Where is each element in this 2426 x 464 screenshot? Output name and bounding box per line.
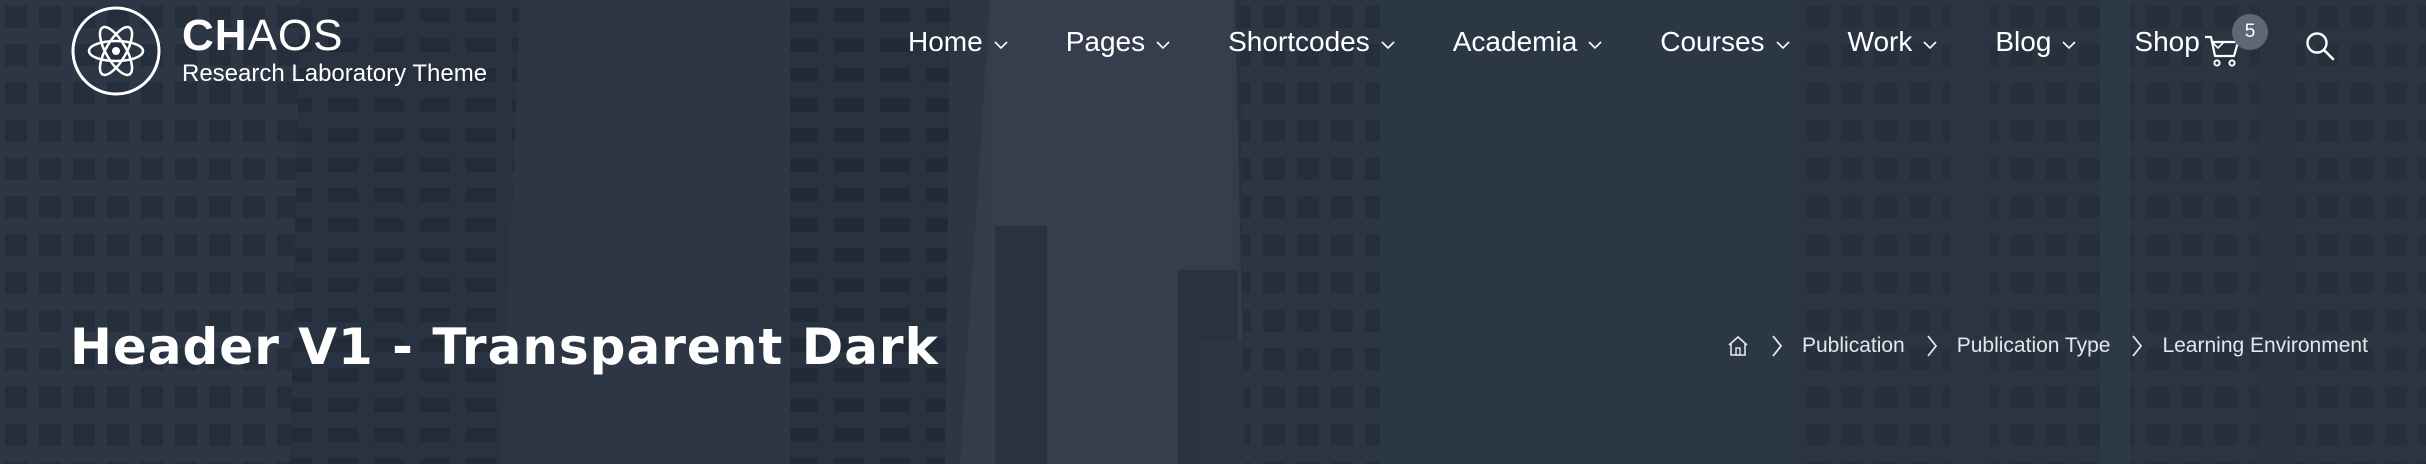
atom-logo-icon <box>71 6 161 96</box>
brand-tagline: Research Laboratory Theme <box>182 60 488 87</box>
chevron-right-icon <box>1927 335 1937 357</box>
nav-label: Shortcodes <box>1228 26 1370 57</box>
nav-item-academia[interactable]: Academia <box>1453 26 1605 58</box>
search-icon[interactable] <box>2304 30 2336 62</box>
nav-label: Courses <box>1660 26 1765 57</box>
nav-item-work[interactable]: Work <box>1848 26 1940 58</box>
home-icon[interactable] <box>1726 334 1750 358</box>
nav-item-courses[interactable]: Courses <box>1660 26 1791 58</box>
main-navigation: Home Pages Shortcodes Academia Courses W… <box>908 26 2227 58</box>
chevron-down-icon <box>1923 41 1937 50</box>
breadcrumb: Publication Publication Type Learning En… <box>1726 332 2368 360</box>
hero-banner: CHAOS Research Laboratory Theme Home Pag… <box>0 0 2426 464</box>
nav-label: Work <box>1847 26 1913 57</box>
nav-label: Shop <box>2134 26 2200 57</box>
nav-item-shortcodes[interactable]: Shortcodes <box>1228 26 1397 58</box>
cart-count-badge: 5 <box>2232 14 2268 50</box>
page-title: Header V1 - Transparent Dark <box>70 318 939 376</box>
chevron-right-icon <box>1772 335 1783 357</box>
logo-text: CHAOS Research Laboratory Theme <box>182 14 487 88</box>
nav-item-blog[interactable]: Blog <box>1995 26 2078 58</box>
site-logo[interactable]: CHAOS Research Laboratory Theme <box>70 5 487 97</box>
nav-label: Academia <box>1452 26 1578 57</box>
site-header: CHAOS Research Laboratory Theme Home Pag… <box>0 0 2426 100</box>
breadcrumb-publication[interactable]: Publication <box>1802 334 1905 358</box>
chevron-down-icon <box>1775 41 1790 50</box>
chevron-down-icon <box>1588 41 1602 50</box>
nav-label: Blog <box>1995 26 2052 57</box>
chevron-down-icon <box>2062 41 2076 50</box>
nav-item-pages[interactable]: Pages <box>1066 26 1172 58</box>
breadcrumb-publication-type[interactable]: Publication Type <box>1957 334 2111 358</box>
brand-name: CHAOS <box>182 11 344 60</box>
breadcrumb-current: Learning Environment <box>2162 334 2368 357</box>
chevron-down-icon <box>1156 41 1170 50</box>
chevron-down-icon <box>1381 41 1395 50</box>
chevron-down-icon <box>994 41 1008 50</box>
chevron-right-icon <box>2132 335 2143 357</box>
nav-label: Home <box>908 26 983 57</box>
nav-label: Pages <box>1065 26 1146 57</box>
nav-item-home[interactable]: Home <box>908 26 1010 58</box>
